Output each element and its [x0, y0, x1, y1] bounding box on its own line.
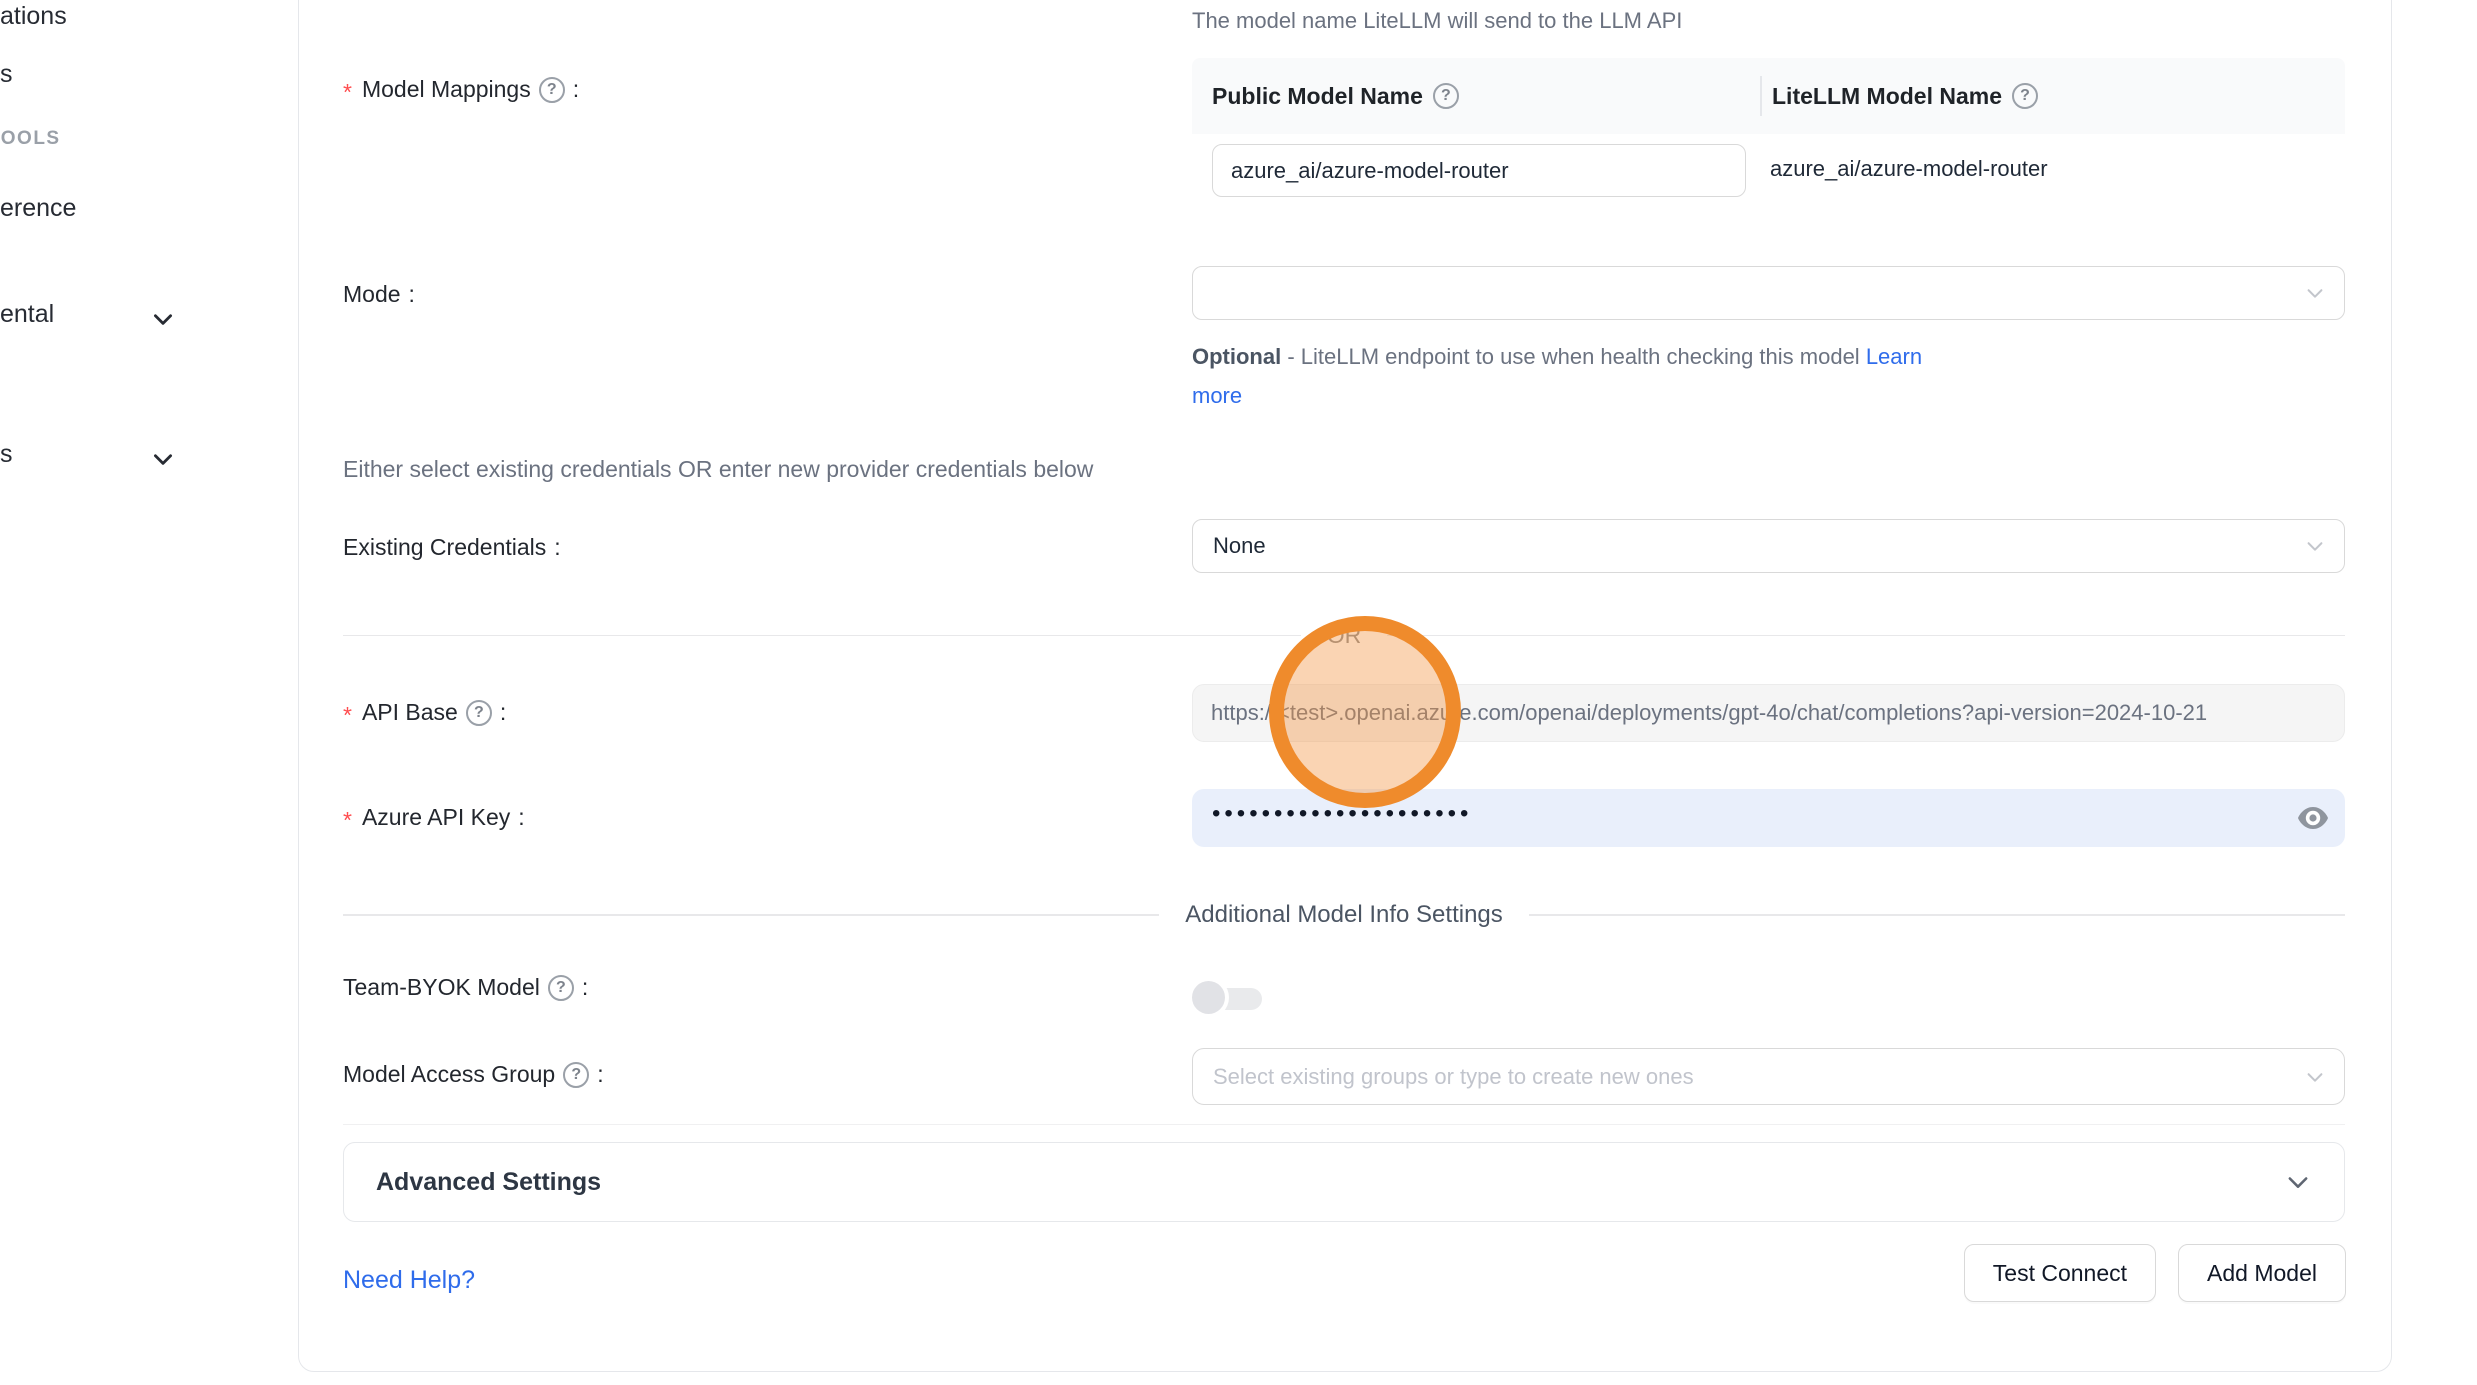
existing-credentials-label: Existing Credentials :	[343, 534, 561, 561]
add-model-button[interactable]: Add Model	[2178, 1244, 2346, 1302]
or-divider: OR	[343, 622, 2345, 649]
mode-label: Mode :	[343, 281, 415, 308]
help-question-icon[interactable]: ?	[539, 77, 565, 103]
help-question-icon[interactable]: ?	[466, 700, 492, 726]
eye-toggle-visibility-icon[interactable]	[2297, 805, 2329, 831]
sidebar: ations s TOOLS erence ental s	[0, 0, 298, 1385]
sidebar-item[interactable]: s	[0, 60, 13, 89]
required-marker: *	[343, 807, 352, 834]
api-base-input[interactable]: https://<test>.openai.azure.com/openai/d…	[1192, 684, 2345, 742]
help-question-icon[interactable]: ?	[1433, 83, 1459, 109]
model-mappings-table-header: Public Model Name ? LiteLLM Model Name ?	[1192, 58, 2345, 134]
azure-api-key-input[interactable]: •••••••••••••••••••••	[1192, 789, 2345, 847]
chevron-down-icon	[2304, 535, 2326, 557]
footer-buttons: Test Connect Add Model	[1964, 1244, 2346, 1302]
column-divider	[1760, 76, 1762, 116]
chevron-down-icon	[2304, 1066, 2326, 1088]
add-model-page: ations s TOOLS erence ental s The model …	[0, 0, 2477, 1385]
model-mappings-label: * Model Mappings ? :	[343, 76, 579, 103]
public-model-name-header: Public Model Name ?	[1192, 83, 1760, 110]
masked-password-value: •••••••••••••••••••••	[1212, 802, 1472, 826]
mode-hint-line1: Optional - LiteLLM endpoint to use when …	[1192, 344, 1922, 370]
sidebar-item-experimental[interactable]: ental	[0, 300, 54, 329]
team-byok-toggle[interactable]	[1192, 981, 1264, 1015]
public-model-name-input[interactable]	[1212, 144, 1746, 197]
api-base-label: * API Base ? :	[343, 699, 506, 726]
sidebar-section-tools: TOOLS	[0, 128, 61, 150]
credentials-note: Either select existing credentials OR en…	[343, 456, 1093, 483]
learn-more-link[interactable]: Learn	[1866, 344, 1922, 369]
mode-select[interactable]	[1192, 266, 2345, 320]
help-question-icon[interactable]: ?	[548, 975, 574, 1001]
need-help-link[interactable]: Need Help?	[343, 1266, 475, 1295]
chevron-down-icon	[2284, 1168, 2312, 1196]
model-access-group-select[interactable]: Select existing groups or type to create…	[1192, 1048, 2345, 1105]
sidebar-item-inference[interactable]: erence	[0, 194, 76, 223]
help-question-icon[interactable]: ?	[2012, 83, 2038, 109]
litellm-model-name-header: LiteLLM Model Name ?	[1760, 83, 2038, 110]
litellm-model-name-value: azure_ai/azure-model-router	[1770, 156, 2048, 182]
help-question-icon[interactable]: ?	[563, 1062, 589, 1088]
azure-api-key-label: * Azure API Key :	[343, 804, 525, 831]
chevron-down-icon	[2304, 282, 2326, 304]
model-mappings-table: Public Model Name ? LiteLLM Model Name ?…	[1192, 58, 2345, 218]
advanced-settings-panel[interactable]: Advanced Settings	[343, 1142, 2345, 1222]
learn-more-link[interactable]: more	[1192, 383, 1242, 408]
sidebar-item-settings[interactable]: s	[0, 440, 13, 469]
chevron-down-icon[interactable]	[150, 446, 176, 472]
existing-credentials-select[interactable]: None	[1192, 519, 2345, 573]
test-connect-button[interactable]: Test Connect	[1964, 1244, 2156, 1302]
section-divider-line	[343, 1124, 2345, 1125]
sidebar-item-organizations[interactable]: ations	[0, 2, 67, 31]
team-byok-label: Team-BYOK Model ? :	[343, 974, 588, 1001]
required-marker: *	[343, 702, 352, 729]
required-marker: *	[343, 79, 352, 106]
mode-hint-line2: more	[1192, 383, 1242, 409]
model-name-helper-text: The model name LiteLLM will send to the …	[1192, 8, 1682, 34]
additional-settings-divider: Additional Model Info Settings	[343, 901, 2345, 929]
chevron-down-icon[interactable]	[150, 306, 176, 332]
model-access-group-label: Model Access Group ? :	[343, 1061, 604, 1088]
